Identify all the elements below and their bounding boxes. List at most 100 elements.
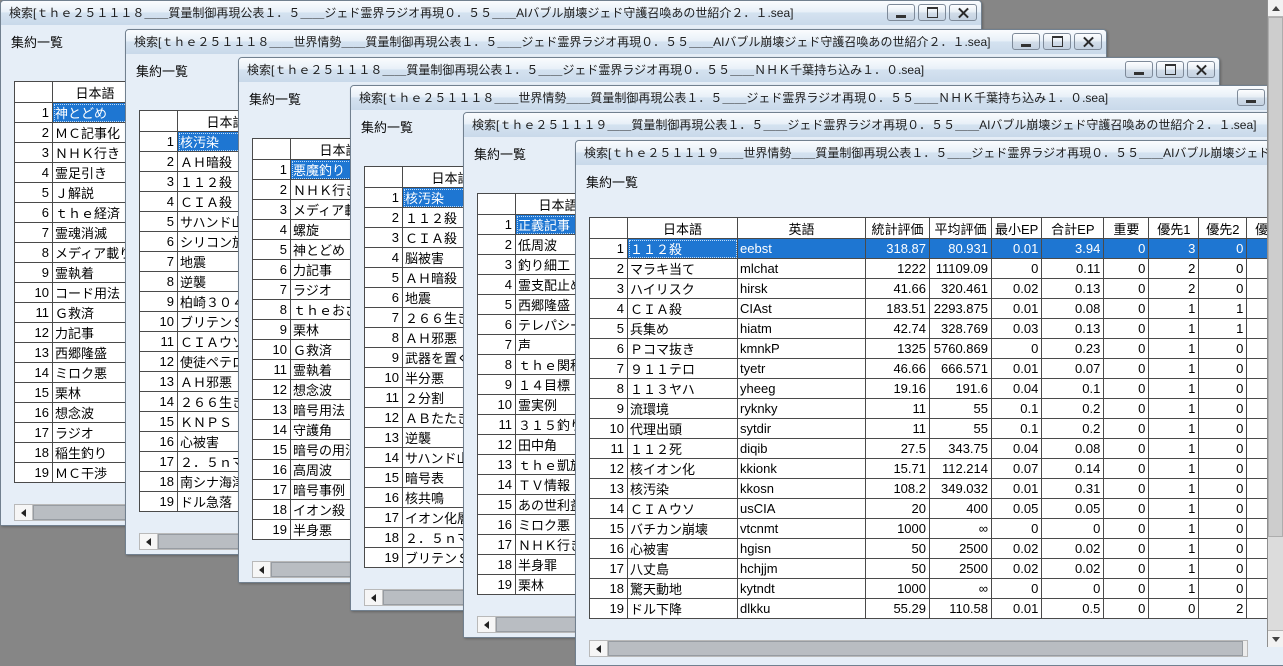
row-number-cell[interactable]: 18 — [365, 528, 403, 548]
table-cell[interactable]: 108.2 — [866, 479, 930, 499]
table-cell[interactable]: 1 — [1149, 539, 1199, 559]
table-cell[interactable]: 5760.869 — [930, 339, 992, 359]
row-number-cell[interactable]: 14 — [478, 475, 516, 495]
row-number-cell[interactable]: 12 — [478, 435, 516, 455]
table-cell[interactable]: 0.05 — [992, 499, 1042, 519]
table-cell[interactable]: 1 — [1149, 319, 1199, 339]
row-number-cell[interactable]: 18 — [478, 555, 516, 575]
table-cell[interactable]: 0 — [1104, 479, 1149, 499]
table-cell[interactable]: 3.94 — [1042, 239, 1104, 259]
table-cell[interactable]: 0.1 — [992, 419, 1042, 439]
table-cell[interactable]: １１２殺 — [628, 239, 738, 259]
table-cell[interactable]: kkionk — [738, 459, 866, 479]
table-cell[interactable]: 0 — [992, 519, 1042, 539]
row-number-cell[interactable]: 8 — [15, 243, 53, 263]
table-row[interactable]: 9流環境ryknky11550.10.2010 — [590, 399, 1283, 419]
table-cell[interactable]: 0 — [1199, 519, 1247, 539]
table-cell[interactable]: tyetr — [738, 359, 866, 379]
table-cell[interactable]: 0 — [1199, 479, 1247, 499]
table-cell[interactable]: 0 — [1199, 279, 1247, 299]
row-number-cell[interactable]: 14 — [15, 363, 53, 383]
row-number-cell[interactable]: 8 — [140, 272, 178, 292]
row-number-cell[interactable]: 19 — [253, 520, 291, 540]
table-cell[interactable]: hiatm — [738, 319, 866, 339]
table-cell[interactable]: 41.66 — [866, 279, 930, 299]
row-number-cell[interactable]: 8 — [365, 328, 403, 348]
row-number-cell[interactable]: 15 — [590, 519, 628, 539]
row-number-cell[interactable]: 10 — [478, 395, 516, 415]
table-cell[interactable]: eebst — [738, 239, 866, 259]
table-cell[interactable]: 1 — [1149, 419, 1199, 439]
row-number-cell[interactable]: 1 — [15, 103, 53, 123]
row-number-cell[interactable]: 19 — [15, 463, 53, 483]
row-number-cell[interactable]: 16 — [365, 488, 403, 508]
minimize-button[interactable] — [1237, 89, 1265, 106]
table-cell[interactable]: 0 — [1104, 239, 1149, 259]
table-cell[interactable]: 核汚染 — [628, 479, 738, 499]
row-number-cell[interactable]: 5 — [365, 268, 403, 288]
table-row[interactable]: 16想念波 — [15, 403, 138, 423]
table-cell[interactable]: 核イオン化 — [628, 459, 738, 479]
row-number-cell[interactable]: 2 — [478, 235, 516, 255]
table-cell[interactable]: 0.2 — [1042, 419, 1104, 439]
row-number-cell[interactable]: 19 — [365, 548, 403, 568]
row-number-cell[interactable]: 4 — [365, 248, 403, 268]
row-number-cell[interactable]: 7 — [478, 335, 516, 355]
table-row[interactable]: 7９１１テロtyetr46.66666.5710.010.07010 — [590, 359, 1283, 379]
table-cell[interactable]: 0.01 — [992, 599, 1042, 619]
table-cell[interactable]: 1 — [1149, 339, 1199, 359]
row-number-cell[interactable]: 3 — [15, 143, 53, 163]
table-cell[interactable]: 0.02 — [992, 559, 1042, 579]
table-cell[interactable]: 3 — [1149, 239, 1199, 259]
table-cell[interactable]: 46.66 — [866, 359, 930, 379]
table-cell[interactable]: 0 — [992, 579, 1042, 599]
table-row[interactable]: 2マラキ当てmlchat122211109.0900.11020 — [590, 259, 1283, 279]
table-cell[interactable]: 0 — [1104, 259, 1149, 279]
row-number-cell[interactable]: 13 — [478, 455, 516, 475]
table-row[interactable]: 16心被害hgisn5025000.020.02010 — [590, 539, 1283, 559]
row-number-cell[interactable]: 8 — [590, 379, 628, 399]
table-cell[interactable]: 0 — [1104, 419, 1149, 439]
table-cell[interactable]: 0 — [1104, 559, 1149, 579]
row-number-cell[interactable]: 3 — [365, 228, 403, 248]
column-header[interactable]: 重要 — [1104, 218, 1149, 239]
table-cell[interactable]: 代理出頭 — [628, 419, 738, 439]
table-cell[interactable]: 0 — [1104, 539, 1149, 559]
row-number-cell[interactable]: 1 — [140, 132, 178, 152]
row-number-cell[interactable]: 19 — [478, 575, 516, 595]
table-row[interactable]: 5兵集めhiatm42.74328.7690.030.13011 — [590, 319, 1283, 339]
table-cell[interactable]: 0 — [1104, 299, 1149, 319]
table-cell[interactable]: 2 — [1149, 259, 1199, 279]
scroll-left-button[interactable] — [253, 562, 271, 577]
table-row[interactable]: 3ハイリスクhirsk41.66320.4610.020.13020 — [590, 279, 1283, 299]
table-cell[interactable]: 55 — [930, 399, 992, 419]
row-number-cell[interactable]: 15 — [478, 495, 516, 515]
table-cell[interactable]: 0.05 — [1042, 499, 1104, 519]
table-cell[interactable]: 191.6 — [930, 379, 992, 399]
row-number-cell[interactable]: 6 — [253, 260, 291, 280]
scroll-left-button[interactable] — [478, 617, 496, 632]
table-cell[interactable]: mlchat — [738, 259, 866, 279]
table-row[interactable]: 19ＭＣ干渉 — [15, 463, 138, 483]
horizontal-scrollbar[interactable] — [14, 504, 139, 521]
table-cell[interactable]: 0 — [1199, 579, 1247, 599]
table-cell[interactable]: 0 — [1199, 439, 1247, 459]
table-cell[interactable]: 0.31 — [1042, 479, 1104, 499]
table-cell[interactable]: 19.16 — [866, 379, 930, 399]
table-cell[interactable]: 0 — [1104, 519, 1149, 539]
table-cell[interactable]: 1 — [1149, 399, 1199, 419]
row-number-cell[interactable]: 17 — [253, 480, 291, 500]
maximize-button[interactable] — [1156, 61, 1184, 78]
table-cell[interactable]: 0 — [1104, 359, 1149, 379]
row-number-cell[interactable]: 1 — [590, 239, 628, 259]
row-number-cell[interactable]: 7 — [253, 280, 291, 300]
table-row[interactable]: 13西郷隆盛 — [15, 343, 138, 363]
table-row[interactable]: 17ラジオ — [15, 423, 138, 443]
row-number-cell[interactable]: 6 — [478, 315, 516, 335]
table-cell[interactable]: 0 — [1199, 259, 1247, 279]
vertical-scrollbar[interactable] — [1267, 0, 1283, 647]
minimize-button[interactable] — [1012, 33, 1040, 50]
table-cell[interactable]: 112.214 — [930, 459, 992, 479]
table-cell[interactable]: 心被害 — [628, 539, 738, 559]
table-cell[interactable]: 0.02 — [1042, 559, 1104, 579]
